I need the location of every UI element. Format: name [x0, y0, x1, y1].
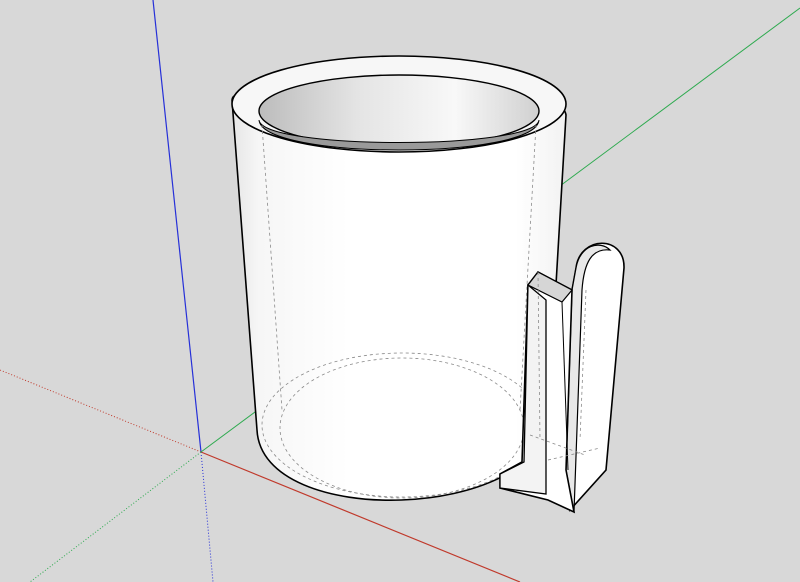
- blue-axis: [152, 0, 202, 453]
- green-axis-negative: [29, 451, 202, 582]
- modeling-viewport[interactable]: [0, 0, 800, 582]
- red-axis-negative: [0, 369, 202, 453]
- blue-axis-negative: [200, 451, 214, 582]
- scene-canvas[interactable]: [0, 0, 800, 582]
- mug-model[interactable]: [231, 55, 625, 514]
